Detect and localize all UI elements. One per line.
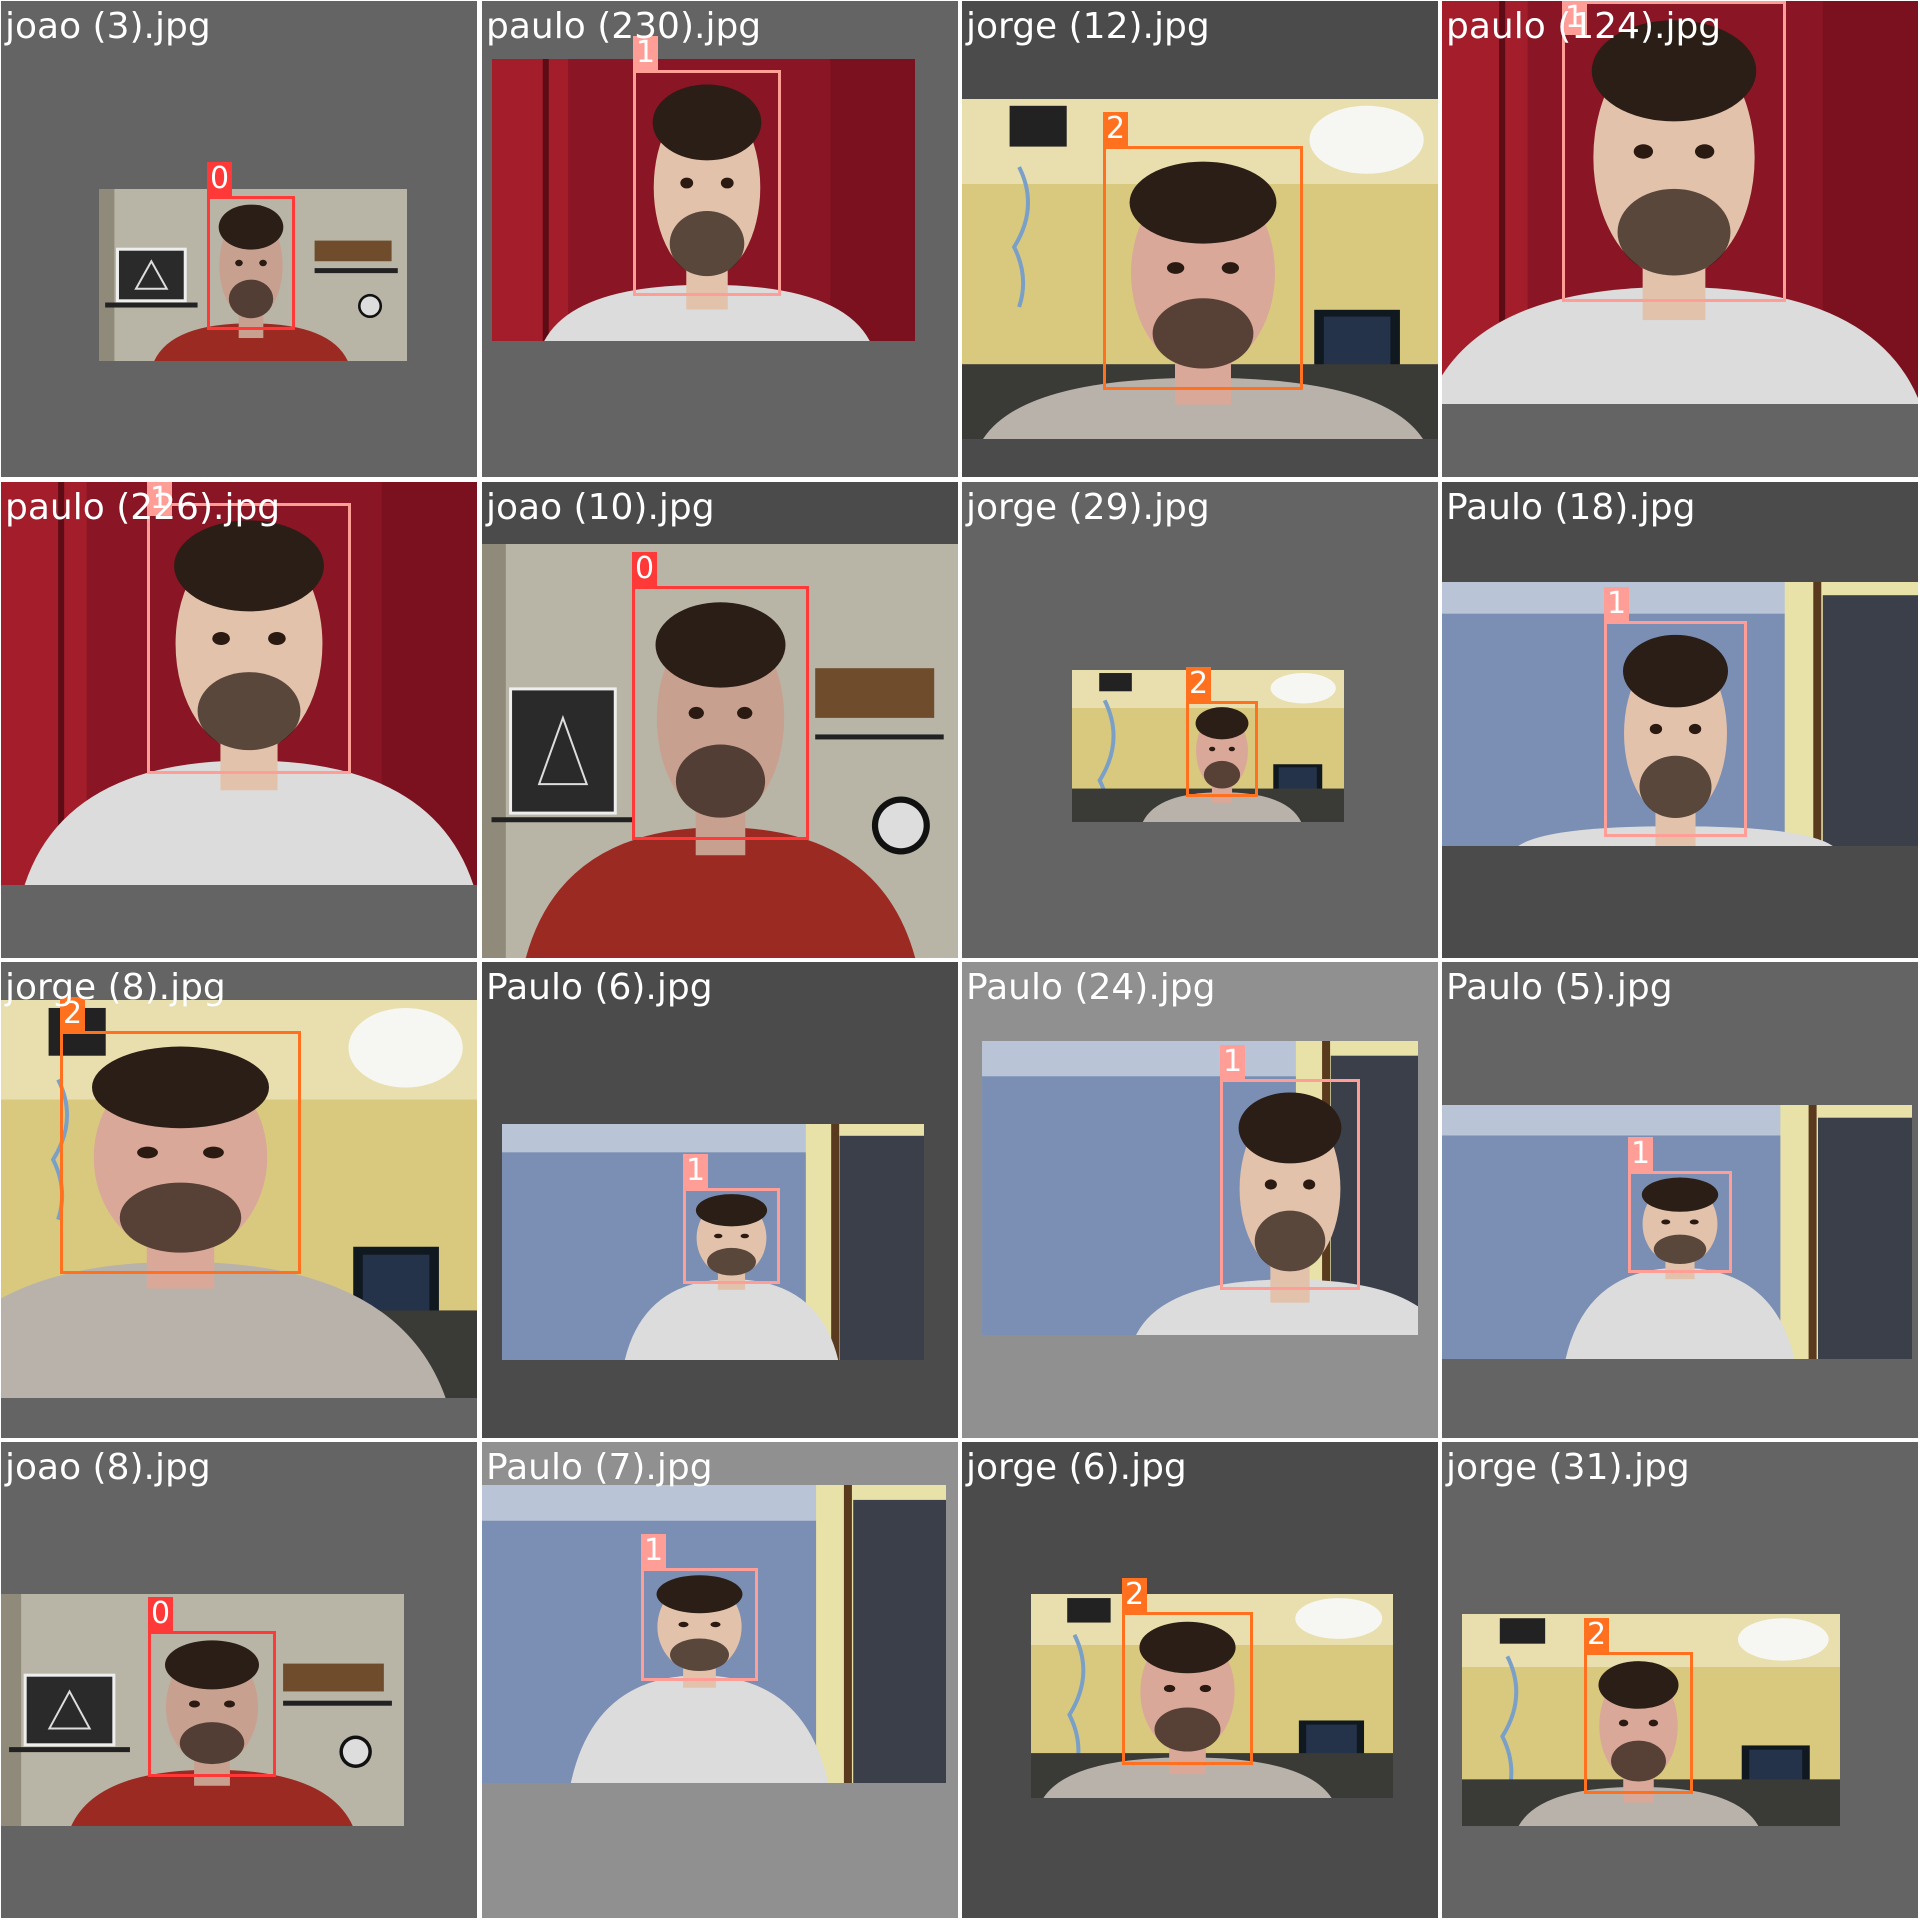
file-name: paulo (226).jpg (5, 487, 281, 528)
file-name: jorge (6).jpg (966, 1447, 1187, 1488)
detection-box (60, 1031, 301, 1274)
file-name: joao (3).jpg (5, 6, 211, 47)
mosaic-tile: 2 jorge (6).jpg (962, 1442, 1438, 1918)
file-name: jorge (8).jpg (5, 967, 226, 1008)
file-name: jorge (12).jpg (966, 6, 1210, 47)
mosaic-tile: 0 joao (8).jpg (1, 1442, 477, 1918)
detection-box (207, 196, 295, 330)
detection-box (641, 1568, 758, 1681)
class-label: 2 (1103, 112, 1129, 146)
file-name: Paulo (18).jpg (1446, 487, 1696, 528)
class-label: 2 (1122, 1578, 1148, 1612)
mosaic-tile: 0 joao (10).jpg (482, 482, 958, 958)
mosaic-tile: 2 jorge (29).jpg (962, 482, 1438, 958)
file-name: joao (8).jpg (5, 1447, 211, 1488)
file-name: jorge (29).jpg (966, 487, 1210, 528)
mosaic-tile: 1 Paulo (7).jpg (482, 1442, 958, 1918)
detection-box (1628, 1171, 1732, 1273)
mosaic-tile: 2 jorge (12).jpg (962, 1, 1438, 477)
class-label: 1 (683, 1154, 709, 1188)
mosaic-grid: 0 joao (3).jpg 1 paulo (230).jpg 2 jorge (1… (0, 0, 1920, 1920)
class-label: 2 (1584, 1618, 1610, 1652)
file-name: paulo (230).jpg (486, 6, 762, 47)
class-label: 0 (632, 552, 658, 586)
mosaic-tile: 0 joao (3).jpg (1, 1, 477, 477)
class-label: 2 (1186, 667, 1212, 701)
mosaic-tile: 1 Paulo (18).jpg (1442, 482, 1918, 958)
class-label: 0 (148, 1597, 174, 1631)
detection-box (1584, 1652, 1693, 1794)
detection-box (1604, 621, 1747, 837)
detection-box (148, 1631, 276, 1777)
mosaic-tile: 1 paulo (226).jpg (1, 482, 477, 958)
file-name: Paulo (5).jpg (1446, 967, 1673, 1008)
mosaic-tile: 1 paulo (230).jpg (482, 1, 958, 477)
mosaic-tile: 2 jorge (31).jpg (1442, 1442, 1918, 1918)
detection-box (147, 503, 351, 774)
mosaic-tile: 1 Paulo (24).jpg (962, 962, 1438, 1438)
detection-box (683, 1188, 780, 1284)
class-label: 0 (207, 162, 233, 196)
file-name: joao (10).jpg (486, 487, 715, 528)
mosaic-tile: 1 paulo (124).jpg (1442, 1, 1918, 477)
class-label: 1 (1628, 1137, 1654, 1171)
file-name: Paulo (6).jpg (486, 967, 713, 1008)
class-label: 1 (1220, 1045, 1246, 1079)
detection-box (1186, 701, 1258, 797)
file-name: jorge (31).jpg (1446, 1447, 1690, 1488)
file-name: Paulo (7).jpg (486, 1447, 713, 1488)
class-label: 1 (641, 1534, 667, 1568)
detection-box (1122, 1612, 1253, 1765)
detection-box (632, 586, 809, 840)
class-label: 1 (1604, 587, 1630, 621)
detection-box (1103, 146, 1303, 390)
mosaic-tile: 1 Paulo (6).jpg (482, 962, 958, 1438)
detection-box (1220, 1079, 1360, 1290)
detection-box (633, 70, 781, 296)
mosaic-tile: 1 Paulo (5).jpg (1442, 962, 1918, 1438)
file-name: paulo (124).jpg (1446, 6, 1722, 47)
mosaic-tile: 2 jorge (8).jpg (1, 962, 477, 1438)
file-name: Paulo (24).jpg (966, 967, 1216, 1008)
